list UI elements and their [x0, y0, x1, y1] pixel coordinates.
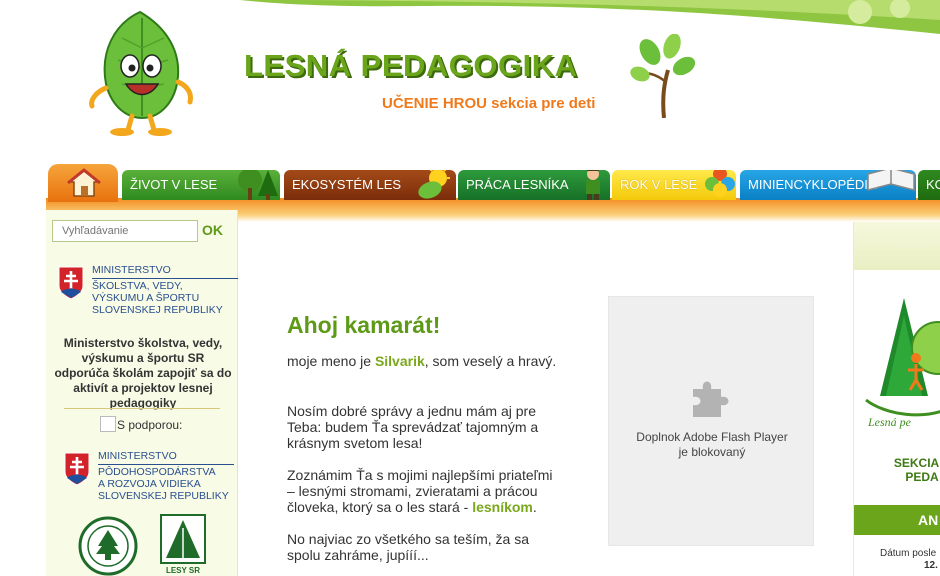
logo-text: Lesná pe	[867, 415, 912, 429]
home-icon	[67, 168, 101, 197]
ministry-line: MINISTERSTVO	[92, 264, 171, 276]
book-icon	[867, 170, 915, 191]
right-panel-top-band	[854, 222, 940, 270]
puzzle-piece-icon	[693, 381, 729, 417]
seasons-flower-icon	[705, 170, 735, 197]
tab-zivot-v-lese[interactable]: ŽIVOT V LESE	[122, 170, 280, 200]
nav-home-button[interactable]	[48, 164, 118, 202]
site-subtitle: UČENIE HROU sekcia pre deti	[382, 95, 596, 112]
ministry-line: ŠKOLSTVA, VEDY,	[92, 278, 238, 292]
slovak-crest-icon	[58, 266, 84, 300]
p1-text-b: , som veselý a hravý.	[424, 353, 557, 369]
mascot-name: Silvarik	[374, 353, 425, 369]
right-section-line-1: SEKCIA P	[893, 456, 940, 470]
agri-line: A ROZVOJA VIDIEKA	[98, 478, 201, 490]
nlc-forest-centre-logo[interactable]	[78, 516, 138, 576]
left-sidebar: OK MINISTERSTVO ŠKOLSTVA, VEDY, VÝSKUMU …	[46, 210, 238, 576]
greeting-heading: Ahoj kamarát!	[287, 312, 441, 338]
lesy-sr-label: LESY SR	[166, 566, 200, 575]
lesna-pedagogika-logo[interactable]: Lesná pe	[864, 296, 940, 436]
intro-paragraph-2: Nosím dobré správy a jednu mám aj pre Te…	[287, 403, 539, 451]
search-input[interactable]	[52, 220, 198, 242]
last-update-date: Dátum posle 12.	[880, 548, 938, 572]
slovak-crest-icon	[64, 452, 90, 486]
right-section-title: SEKCIA P PEDA	[882, 456, 940, 484]
tree-sprout-icon	[630, 34, 696, 118]
tab-praca-lesnika[interactable]: PRÁCA LESNÍKA	[458, 170, 610, 200]
flash-line-2: je blokovaný	[678, 445, 746, 459]
agri-line: SLOVENSKEJ REPUBLIKY	[98, 490, 229, 502]
lesy-sr-logo[interactable]: LESY SR	[160, 514, 206, 576]
ministry-education-name: MINISTERSTVO ŠKOLSTVA, VEDY, VÝSKUMU A Š…	[92, 264, 238, 316]
tab-rok-v-lese[interactable]: ROK V LESE	[612, 170, 736, 200]
trees-icon	[238, 170, 278, 200]
agri-line: MINISTERSTVO	[98, 450, 177, 462]
forester-icon	[586, 170, 600, 200]
tab-miniencyklopedia[interactable]: MINIENCYKLOPÉDIA	[740, 170, 916, 200]
date-label: Dátum posle	[880, 548, 937, 559]
ministry-agriculture-name: MINISTERSTVO PÔDOHOSPODÁRSTVA A ROZVOJA …	[98, 450, 234, 502]
tab-label: EKOSYSTÉM LES	[292, 177, 402, 192]
sidebar-divider	[64, 408, 220, 409]
intro-paragraph-1: moje meno je Silvarik, som veselý a hrav…	[287, 353, 557, 369]
support-label-text: S podporou:	[117, 418, 183, 432]
ministry-line: SLOVENSKEJ REPUBLIKY	[92, 304, 223, 316]
sun-leaf-icon	[418, 170, 450, 199]
ministry-agriculture-logo[interactable]: MINISTERSTVO PÔDOHOSPODÁRSTVA A ROZVOJA …	[64, 450, 234, 506]
site-header: LESNÁ PEDAGOGIKA UČENIE HROU sekcia pre …	[0, 0, 940, 152]
intro-paragraph-3: Zoznámim Ťa s mojimi najlepšími priateľm…	[287, 467, 557, 515]
ministry-recommendation-text: Ministerstvo školstva, vedy, výskumu a š…	[54, 336, 232, 410]
ministry-education-logo[interactable]: MINISTERSTVO ŠKOLSTVA, VEDY, VÝSKUMU A Š…	[58, 264, 238, 324]
forester-link[interactable]: lesníkom	[472, 499, 533, 515]
right-green-bar[interactable]: AN	[854, 505, 940, 535]
p3-text-b: .	[532, 499, 537, 515]
broken-image-icon	[100, 416, 116, 432]
agri-line: PÔDOHOSPODÁRSTVA	[98, 464, 234, 478]
ministry-line: VÝSKUMU A ŠPORTU	[92, 292, 200, 304]
flash-plugin-blocked[interactable]: Doplnok Adobe Flash Player je blokovaný	[608, 296, 814, 546]
flash-blocked-message: Doplnok Adobe Flash Player je blokovaný	[609, 430, 815, 460]
silvarik-leaf-mascot	[89, 10, 193, 136]
search-ok-button[interactable]: OK	[202, 222, 223, 238]
tab-label: ŽIVOT V LESE	[130, 177, 218, 192]
tab-ekosystem-les[interactable]: EKOSYSTÉM LES	[284, 170, 456, 200]
support-label: S podporou:	[100, 416, 182, 432]
flash-line-1: Doplnok Adobe Flash Player	[636, 430, 788, 444]
site-title: LESNÁ PEDAGOGIKA	[244, 48, 578, 83]
tab-more[interactable]: KO	[918, 170, 940, 200]
right-panel: Lesná pe SEKCIA P PEDA AN Dátum posle 12…	[853, 222, 940, 576]
p1-text-a: moje meno je	[287, 353, 375, 369]
tab-label: MINIENCYKLOPÉDIA	[748, 177, 877, 192]
tab-label: KO	[926, 177, 940, 192]
date-value: 12.	[924, 560, 938, 571]
tab-label: ROK V LESE	[620, 177, 698, 192]
tab-label: PRÁCA LESNÍKA	[466, 177, 569, 192]
intro-paragraph-4: No najviac zo všetkého sa teším, ža sa s…	[287, 531, 529, 563]
right-section-line-2: PEDA	[905, 470, 939, 484]
